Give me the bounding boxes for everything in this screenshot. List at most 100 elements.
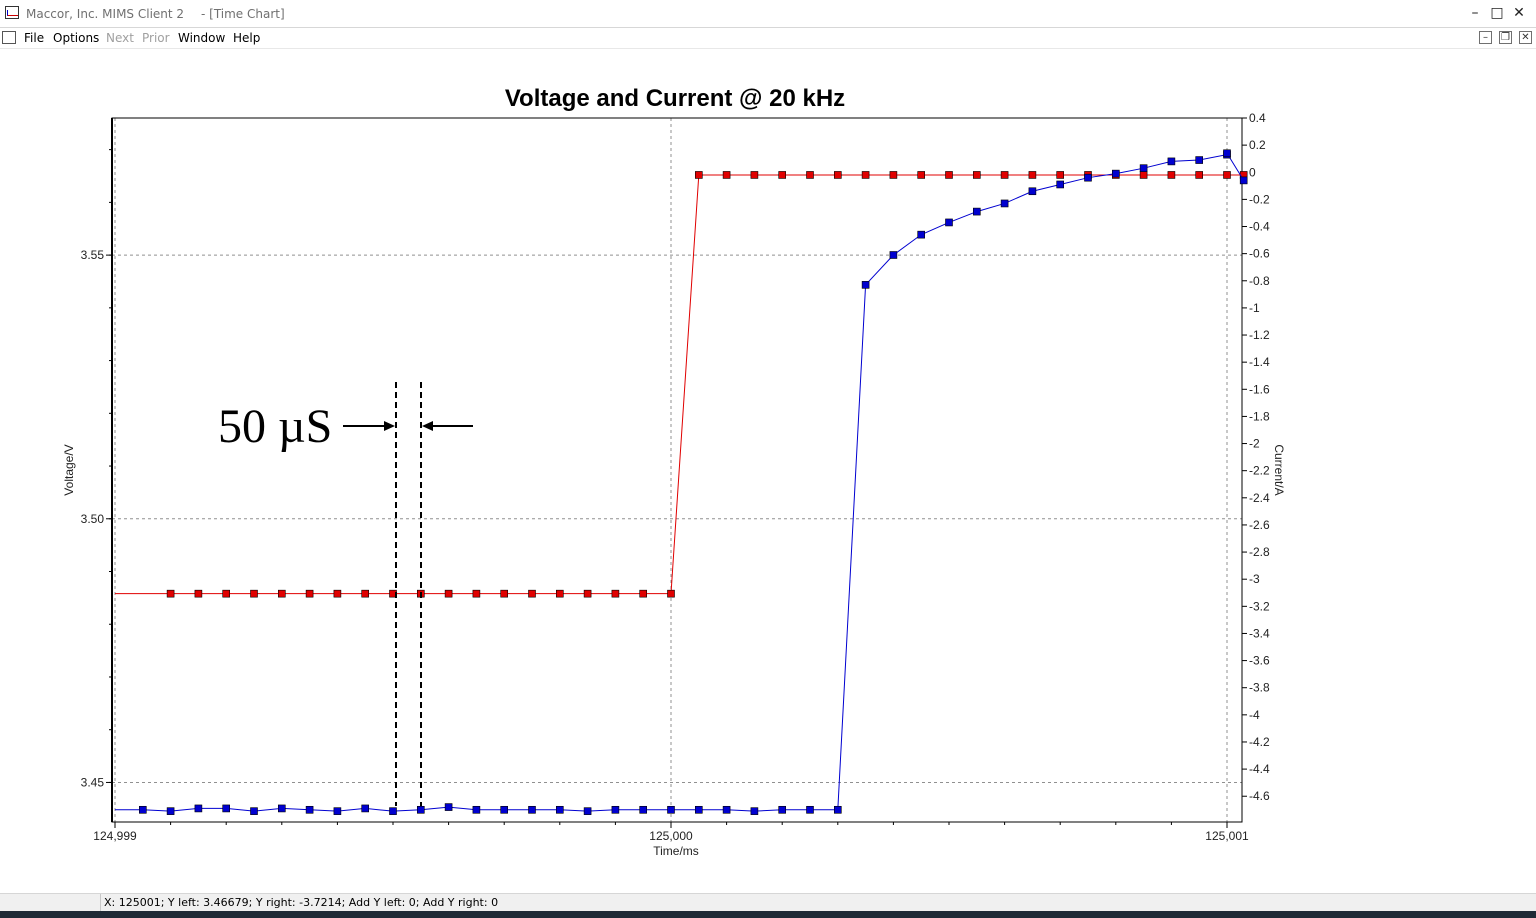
current-point xyxy=(528,805,536,814)
taskbar xyxy=(0,911,1536,918)
right-tick-label: -0.4 xyxy=(1249,220,1270,234)
right-tick-label: -1.2 xyxy=(1249,328,1270,342)
right-tick-label: 0.2 xyxy=(1249,138,1266,152)
current-point xyxy=(166,807,175,815)
voltage-point xyxy=(1223,171,1231,179)
voltage-point xyxy=(833,171,842,179)
current-point xyxy=(389,807,397,815)
cursor-readout: X: 125001; Y left: 3.46679; Y right: -3.… xyxy=(100,894,498,912)
x-tick-label: 124,999 xyxy=(93,829,137,843)
voltage-point xyxy=(500,589,509,598)
menu-options[interactable]: Options xyxy=(53,31,99,45)
current-point xyxy=(1112,169,1120,178)
right-tick-label: -4.6 xyxy=(1249,789,1270,803)
chart-title: Voltage and Current @ 20 kHz xyxy=(505,85,845,112)
menu-next[interactable]: Next xyxy=(106,31,134,45)
x-axis-title: Time/ms xyxy=(653,844,699,858)
voltage-point xyxy=(555,589,564,598)
right-tick-label: -3.2 xyxy=(1249,599,1270,613)
current-point xyxy=(917,230,926,239)
time-chart[interactable]: Voltage and Current @ 20 kHz 124,999 125,… xyxy=(0,48,1536,893)
axis-ticks: 124,999 125,000 125,001 3.45 3.50 3.55 0.4 0.2 0… xyxy=(81,111,1270,843)
current-point xyxy=(1167,157,1176,166)
right-tick-label: -1.8 xyxy=(1249,409,1270,423)
current-point xyxy=(1000,199,1009,208)
current-point xyxy=(222,804,230,813)
voltage-point xyxy=(611,589,620,598)
left-axis-title: Voltage/V xyxy=(62,444,76,495)
menu-bar: File Options Next Prior Window Help xyxy=(0,28,1536,49)
voltage-point xyxy=(305,589,314,598)
current-point xyxy=(305,805,314,814)
current-point xyxy=(250,807,258,815)
right-tick-label: -3.6 xyxy=(1249,654,1270,668)
right-tick-label: -2.2 xyxy=(1249,464,1270,478)
right-tick-label: -1.4 xyxy=(1249,355,1270,369)
right-tick-label: -4.2 xyxy=(1249,735,1270,749)
right-tick-label: -3 xyxy=(1249,572,1260,586)
voltage-point xyxy=(194,589,203,598)
voltage-point xyxy=(472,589,481,598)
data-series xyxy=(115,149,1248,815)
menu-window[interactable]: Window xyxy=(178,31,225,45)
app-title: Maccor, Inc. MIMS Client 2 xyxy=(26,7,185,21)
grid-lines xyxy=(112,118,1242,822)
current-point xyxy=(750,807,759,815)
voltage-point xyxy=(1000,171,1009,179)
child-restore-button[interactable]: ❐ xyxy=(1499,31,1512,44)
status-bar: X: 125001; Y left: 3.46679; Y right: -3.… xyxy=(0,893,1536,912)
right-tick-label: -2.4 xyxy=(1249,491,1270,505)
x-tick-label: 125,001 xyxy=(1205,829,1249,843)
voltage-point xyxy=(694,171,703,179)
voltage-point xyxy=(778,171,787,179)
voltage-point xyxy=(250,589,258,598)
voltage-point xyxy=(722,171,731,179)
current-point xyxy=(333,807,342,815)
child-close-button[interactable]: ✕ xyxy=(1519,31,1532,44)
menu-help[interactable]: Help xyxy=(233,31,260,45)
current-point xyxy=(1139,164,1148,172)
voltage-point xyxy=(361,589,370,598)
left-tick-label: 3.55 xyxy=(81,248,105,262)
voltage-point xyxy=(444,589,453,598)
menu-file[interactable]: File xyxy=(24,31,44,45)
current-point xyxy=(667,805,675,814)
maximize-button[interactable]: □ xyxy=(1486,4,1508,22)
left-tick-label: 3.50 xyxy=(81,512,105,526)
app-chart-icon[interactable] xyxy=(5,6,19,19)
close-button[interactable]: ✕ xyxy=(1508,4,1530,22)
interval-label: 50 µS xyxy=(218,400,332,453)
voltage-point xyxy=(1139,171,1148,179)
right-tick-label: -4 xyxy=(1249,708,1260,722)
right-tick-label: -4.4 xyxy=(1249,762,1270,776)
voltage-point xyxy=(639,589,648,598)
arrow-left-icon xyxy=(422,421,433,431)
minimize-button[interactable]: – xyxy=(1464,4,1486,22)
right-tick-label: -3.4 xyxy=(1249,626,1270,640)
current-point xyxy=(555,805,564,814)
voltage-point xyxy=(972,171,981,179)
current-point xyxy=(694,805,703,814)
voltage-point xyxy=(1195,171,1203,179)
voltage-point xyxy=(583,589,592,598)
current-point xyxy=(277,804,286,813)
child-minimize-button[interactable]: – xyxy=(1479,31,1492,44)
current-point xyxy=(472,805,481,814)
current-point xyxy=(1056,180,1064,189)
document-title: - [Time Chart] xyxy=(201,7,285,21)
right-tick-label: -0.8 xyxy=(1249,274,1270,288)
current-point xyxy=(1195,156,1203,164)
right-tick-label: 0.4 xyxy=(1249,111,1266,125)
menu-prior[interactable]: Prior xyxy=(142,31,170,45)
right-tick-label: -0.6 xyxy=(1249,247,1270,261)
current-point xyxy=(639,805,648,814)
voltage-point xyxy=(1167,171,1176,179)
current-point xyxy=(1084,173,1092,182)
voltage-point xyxy=(917,171,926,179)
child-window-chart-icon[interactable] xyxy=(2,31,16,44)
right-axis-title: Current/A xyxy=(1272,444,1286,495)
voltage-line xyxy=(115,174,1244,595)
voltage-point xyxy=(806,171,814,179)
current-point xyxy=(583,807,592,815)
current-point xyxy=(1028,187,1037,196)
